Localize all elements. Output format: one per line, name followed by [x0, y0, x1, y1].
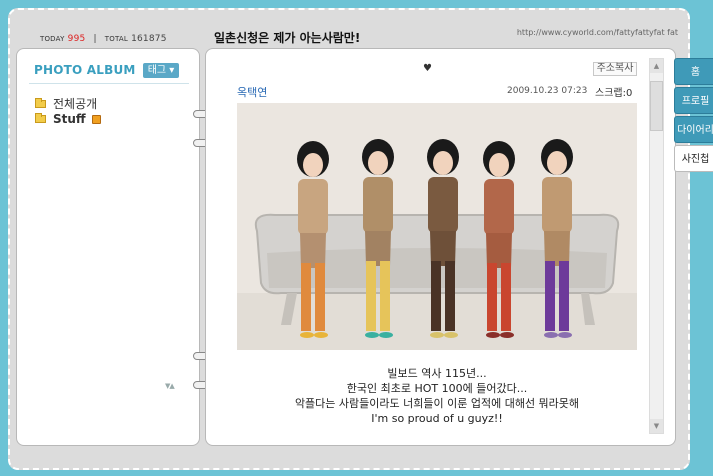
section-tabs: 홈 프로필 다이어리 사진첩 [674, 58, 713, 174]
folder-icon [35, 97, 46, 108]
caption-line: 악플다는 사람들이라도 너희들이 이룬 업적에 대해선 뭐라못해 [294, 397, 580, 410]
heart-icon[interactable]: ♥ [423, 63, 432, 74]
counter-separator: | [93, 34, 97, 44]
total-count: 161875 [131, 34, 167, 44]
folder-label: 전체공개 [53, 97, 98, 111]
tab-photo-album[interactable]: 사진첩 [674, 145, 713, 172]
today-label: TODAY [40, 35, 65, 43]
scrollbar[interactable]: ▲ ▼ [649, 58, 664, 434]
post-author[interactable]: 옥택연 [237, 84, 267, 100]
right-panel: ♥ 주소복사 옥택연 2009.10.23 07:23 스크랩:0 빌보드 역사… [205, 48, 676, 446]
scroll-up-icon[interactable]: ▲ [650, 59, 663, 73]
caption-line: I'm so proud of u guyz!! [371, 412, 503, 425]
scroll-down-icon[interactable]: ▼ [650, 419, 663, 433]
tab-home[interactable]: 홈 [674, 58, 713, 85]
page-title: 일촌신청은 제가 아는사람만! [214, 31, 361, 45]
tab-diary[interactable]: 다이어리 [674, 116, 713, 143]
folder-label: Stuff [53, 112, 86, 126]
folder-icon [35, 113, 46, 123]
caption-line: 한국인 최초로 HOT 100에 들어갔다... [346, 382, 528, 395]
post-photo [237, 103, 637, 350]
left-panel: PHOTO ALBUM 태그 ▾ 전체공개 Stuff ▼▲ [16, 48, 200, 446]
scroll-thumb[interactable] [650, 81, 663, 131]
collapse-arrows-icon[interactable]: ▼▲ [165, 382, 175, 390]
post-caption: 빌보드 역사 115년... 한국인 최초로 HOT 100에 들어갔다... … [237, 366, 637, 426]
visit-counter: TODAY 995 | TOTAL 161875 [40, 34, 167, 44]
photo-album-title: PHOTO ALBUM [34, 63, 136, 77]
total-label: TOTAL [104, 35, 128, 43]
folder-badge-icon [91, 114, 101, 124]
tag-button[interactable]: 태그 ▾ [143, 63, 179, 78]
scrap-count: 스크랩:0 [595, 88, 633, 99]
caption-line: 빌보드 역사 115년... [387, 367, 487, 380]
today-count: 995 [67, 34, 86, 44]
folder-public[interactable]: 전체공개 [35, 95, 97, 112]
tab-profile[interactable]: 프로필 [674, 87, 713, 114]
copy-address-button[interactable]: 주소복사 [593, 62, 637, 76]
folder-stuff[interactable]: Stuff [35, 112, 101, 126]
post-date: 2009.10.23 07:23 [507, 86, 588, 96]
homepage-url-link[interactable]: http://www.cyworld.com/fattyfattyfat fat [514, 28, 678, 38]
divider [29, 83, 189, 84]
